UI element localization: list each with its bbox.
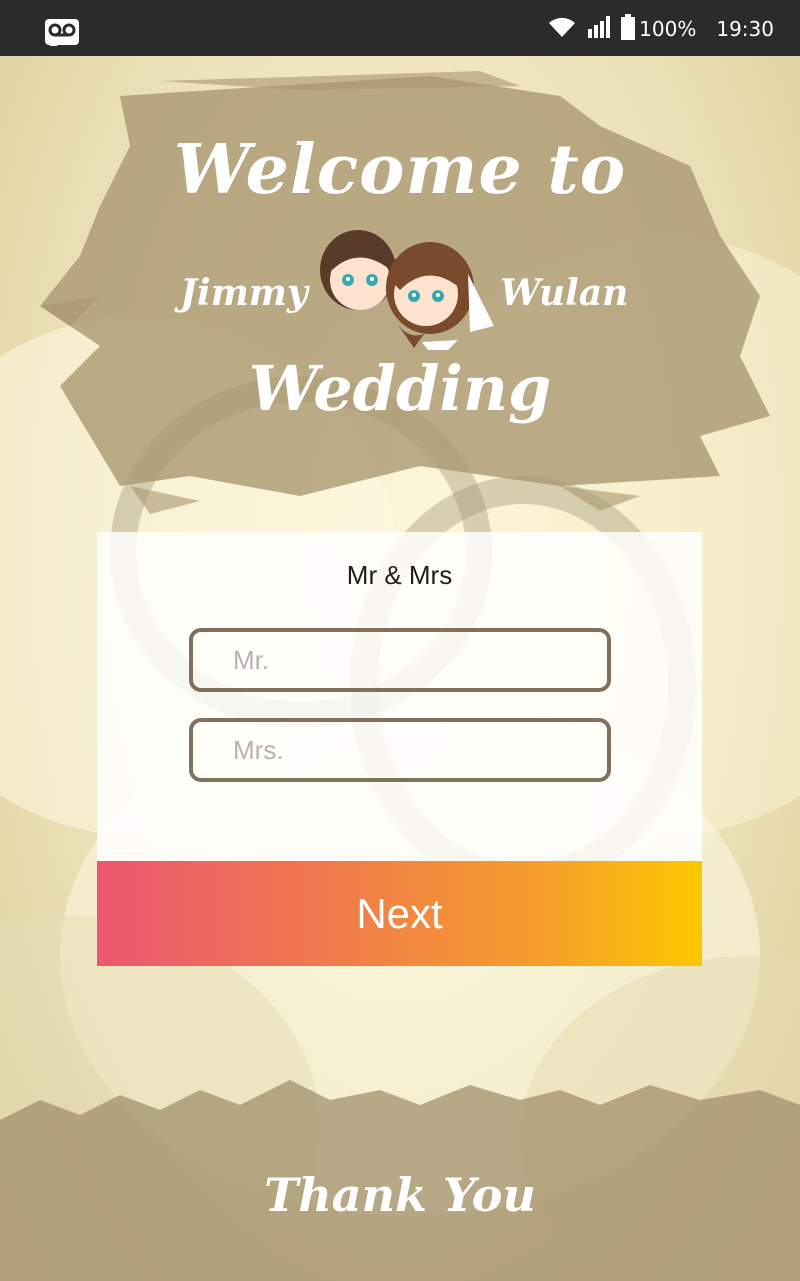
wedding-heading: Wedding <box>248 352 552 425</box>
battery-level: 100% <box>639 17 697 41</box>
names-form-card: Mr & Mrs <box>97 532 702 861</box>
battery-icon <box>621 13 636 45</box>
wifi-icon <box>547 15 577 44</box>
status-bar: 100% 19:30 <box>0 0 800 56</box>
clock: 19:30 <box>716 17 774 41</box>
bride-name: Wulan <box>500 272 629 314</box>
voicemail-icon <box>44 18 80 51</box>
next-button[interactable]: Next <box>97 861 702 966</box>
mr-field <box>189 628 611 692</box>
form-title: Mr & Mrs <box>346 560 453 590</box>
welcome-heading: Welcome to <box>173 130 627 210</box>
thank-you-text: Thank You <box>264 1168 536 1222</box>
signal-icon <box>587 15 611 44</box>
groom-name: Jimmy <box>180 272 308 314</box>
mrs-field <box>189 718 611 782</box>
mr-input[interactable] <box>193 632 607 688</box>
mrs-input[interactable] <box>193 722 607 778</box>
couple-illustration <box>318 222 498 352</box>
